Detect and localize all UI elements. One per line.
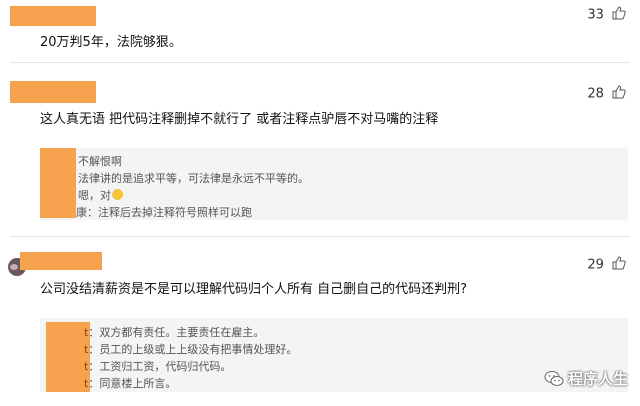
redacted-reply-names [40, 148, 76, 218]
like-button[interactable]: 29 [587, 256, 626, 274]
reply-item: 法律讲的是追求平等，可法律是永远不平等的。 [78, 172, 309, 185]
like-count: 33 [587, 7, 604, 23]
thumbs-up-icon [612, 256, 626, 274]
reply-item: t：工资归工资，代码归代码。 [84, 360, 232, 373]
comment-text: 公司没结清薪资是不是可以理解代码归个人所有 自己删自己的代码还判刑? [40, 282, 468, 297]
redacted-username [10, 81, 96, 103]
redacted-username [10, 6, 96, 26]
reply-item: 不解恨啊 [78, 155, 122, 168]
redacted-username [20, 252, 102, 270]
reply-item: t：双方都有责任。主要责任在雇主。 [84, 326, 265, 339]
thumbs-up-icon [612, 85, 626, 103]
like-count: 28 [587, 86, 604, 102]
comment-divider [10, 62, 630, 63]
watermark-text: 程序人生 [567, 370, 628, 388]
comment-text: 这人真无语 把代码注释删掉不就行了 或者注释点驴唇不对马嘴的注释 [40, 112, 439, 127]
thumbs-up-icon [612, 6, 626, 24]
comment-text: 20万判5年，法院够狠。 [40, 35, 182, 50]
reply-item: 嗯，对 [78, 187, 123, 203]
like-button[interactable]: 28 [587, 85, 626, 103]
emoji-icon [112, 189, 123, 200]
like-button[interactable]: 33 [587, 6, 626, 24]
reply-item: t：员工的上级或上上级没有把事情处理好。 [84, 343, 298, 356]
like-count: 29 [587, 257, 604, 273]
reply-item: 康：注释后去掉注释符号照样可以跑 [76, 206, 252, 219]
reply-item: t：同意楼上所言。 [84, 377, 177, 390]
wechat-icon [544, 370, 564, 392]
comment-divider [10, 236, 630, 237]
watermark: 程序人生 [544, 368, 628, 392]
